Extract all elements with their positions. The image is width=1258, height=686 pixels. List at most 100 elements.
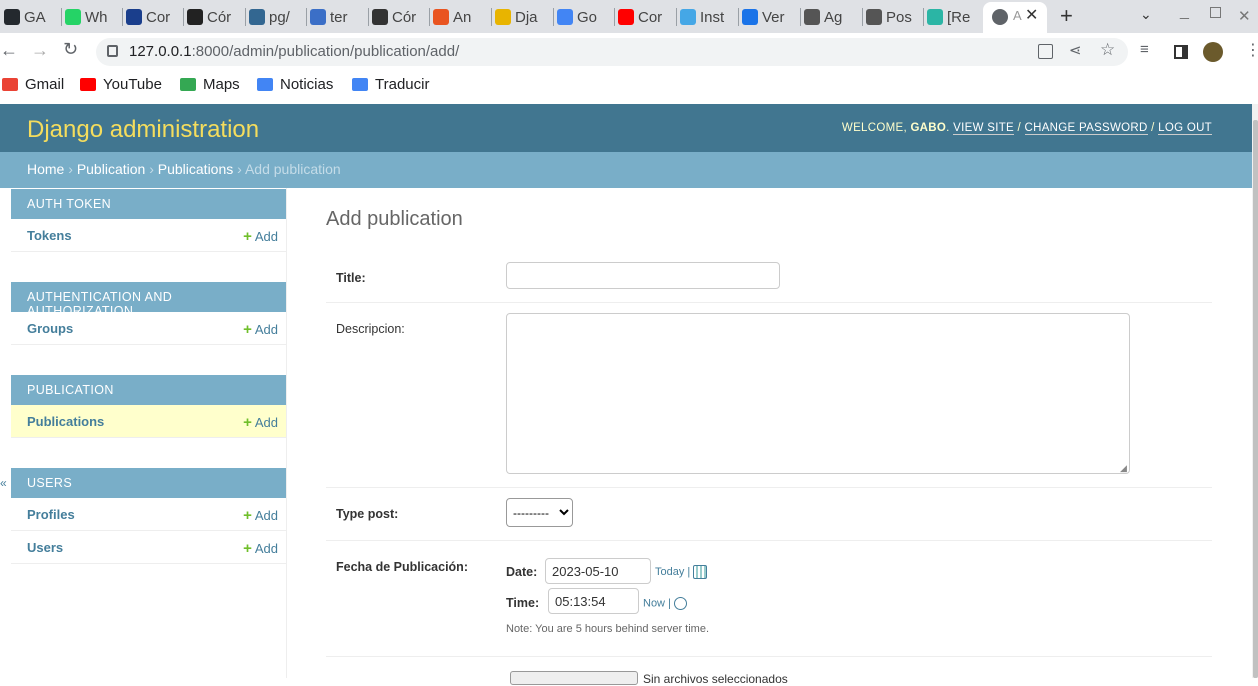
close-tab-icon[interactable]: ✕ [1025,5,1038,25]
tab-search-icon[interactable]: ⌄ [1140,6,1152,23]
descripcion-textarea[interactable] [506,313,1130,474]
browser-tab-label: Cor [638,8,663,26]
browser-tab[interactable]: GA [4,5,58,29]
bookmark-label: Maps [203,76,240,93]
browser-tab[interactable]: ter [310,5,364,29]
translate-page-icon[interactable] [1038,44,1053,59]
sidebar-toggle-button[interactable]: « [0,476,7,490]
file-choose-button[interactable] [510,671,638,685]
translate-icon [557,9,573,25]
breadcrumb: Home › Publication › Publications › Add … [0,152,1252,188]
module-caption[interactable]: AUTH TOKEN [11,189,286,219]
form-row-descripcion: Descripcion: ◢ [326,303,1212,488]
tab-separator [61,8,62,26]
refresh-icon [742,9,758,25]
bookmark-item[interactable]: Maps [180,76,240,93]
bookmark-item[interactable]: YouTube [80,76,162,93]
add-label: Add [254,415,278,430]
browser-tab[interactable]: Ver [742,5,796,29]
bookmark-item[interactable]: Noticias [257,76,333,93]
side-panel-icon[interactable] [1174,45,1188,59]
tab-separator [923,8,924,26]
back-icon[interactable]: ← [0,40,18,61]
add-plus-icon: + [243,414,252,431]
url-text[interactable]: 127.0.0.1:8000/admin/publication/publica… [129,43,459,60]
add-link[interactable]: + Add [243,540,278,557]
now-link[interactable]: Now [643,597,665,609]
pg-icon [249,9,265,25]
module-caption[interactable]: USERS [11,468,286,498]
add-link[interactable]: + Add [243,414,278,431]
youtube-icon [80,78,96,91]
browser-tab-label: Cór [392,8,417,26]
module-caption[interactable]: PUBLICATION [11,375,286,405]
title-input[interactable] [506,262,780,289]
bookmarks-bar: Gmail YouTube Maps Noticias Traducir [0,71,1258,101]
browser-tab[interactable]: [Re [927,5,981,29]
add-link[interactable]: + Add [243,228,278,245]
browser-tab[interactable]: Go [557,5,611,29]
module-caption[interactable]: AUTHENTICATION AND AUTHORIZATION [11,282,286,318]
breadcrumb-separator: › [68,161,73,177]
model-link[interactable]: Users [27,540,63,555]
active-tab[interactable]: A ✕ [983,2,1047,33]
clock-icon[interactable] [674,597,687,610]
resize-handle-icon[interactable]: ◢ [1120,463,1127,474]
breadcrumb-separator: › [149,161,154,177]
browser-tab[interactable]: Inst [680,5,734,29]
app-module: PUBLICATION Publications + Add [11,375,286,438]
log-out-link[interactable]: LOG OUT [1158,122,1212,135]
calendar-icon[interactable] [693,565,708,579]
browser-tab[interactable]: Cor [126,5,180,29]
profile-avatar[interactable] [1203,42,1223,62]
add-link[interactable]: + Add [243,321,278,338]
browser-tab-label: GA [24,8,46,26]
time-input[interactable] [548,588,639,614]
date-input[interactable] [545,558,651,584]
browser-tab-label: Inst [700,8,725,26]
browser-tab[interactable]: pg/ [249,5,303,29]
share-icon[interactable]: ⋖ [1069,41,1082,59]
model-link[interactable]: Profiles [27,507,75,522]
active-tab-label: A [1013,8,1022,23]
address-bar[interactable]: 127.0.0.1:8000/admin/publication/publica… [96,38,1128,66]
view-site-link[interactable]: VIEW SITE [953,122,1014,135]
minimize-icon[interactable]: _ [1180,3,1189,21]
bookmark-item[interactable]: Gmail [2,76,64,93]
type-post-select[interactable]: --------- [506,498,573,527]
site-info-icon[interactable] [107,45,118,57]
maximize-icon[interactable] [1210,7,1221,18]
breadcrumb-app[interactable]: Publication [77,161,146,177]
bookmark-item[interactable]: Traducir [352,76,429,93]
menu-icon[interactable]: ⋮ [1245,40,1258,60]
shortcut-separator: | [668,597,671,610]
new-tab-button[interactable]: + [1060,3,1073,29]
reading-list-icon[interactable]: ≡ [1140,41,1149,58]
page-scrollbar-thumb[interactable] [1253,120,1258,678]
bookmark-star-icon[interactable]: ☆ [1100,40,1115,60]
breadcrumb-home[interactable]: Home [27,161,64,177]
breadcrumb-model[interactable]: Publications [158,161,234,177]
reload-icon[interactable]: ↻ [63,39,78,60]
browser-tab[interactable]: Wh [65,5,119,29]
model-link[interactable]: Groups [27,321,73,336]
add-link[interactable]: + Add [243,507,278,524]
add-plus-icon: + [243,321,252,338]
change-password-link[interactable]: CHANGE PASSWORD [1024,122,1148,135]
site-brand[interactable]: Django administration [27,116,259,144]
browser-tab[interactable]: Cor [618,5,672,29]
browser-tab[interactable]: Pos [866,5,920,29]
today-link[interactable]: Today [655,566,684,578]
tab-separator [429,8,430,26]
forward-icon[interactable]: → [31,40,49,61]
model-link[interactable]: Publications [27,414,104,429]
browser-tab[interactable]: An [433,5,487,29]
model-link[interactable]: Tokens [27,228,72,243]
browser-tab[interactable]: Cór [372,5,426,29]
add-plus-icon: + [243,228,252,245]
browser-tab[interactable]: Cór [187,5,241,29]
close-window-icon[interactable]: ✕ [1238,7,1251,25]
browser-tab[interactable]: Dja [495,5,549,29]
youtube-icon [618,9,634,25]
browser-tab[interactable]: Ag [804,5,858,29]
